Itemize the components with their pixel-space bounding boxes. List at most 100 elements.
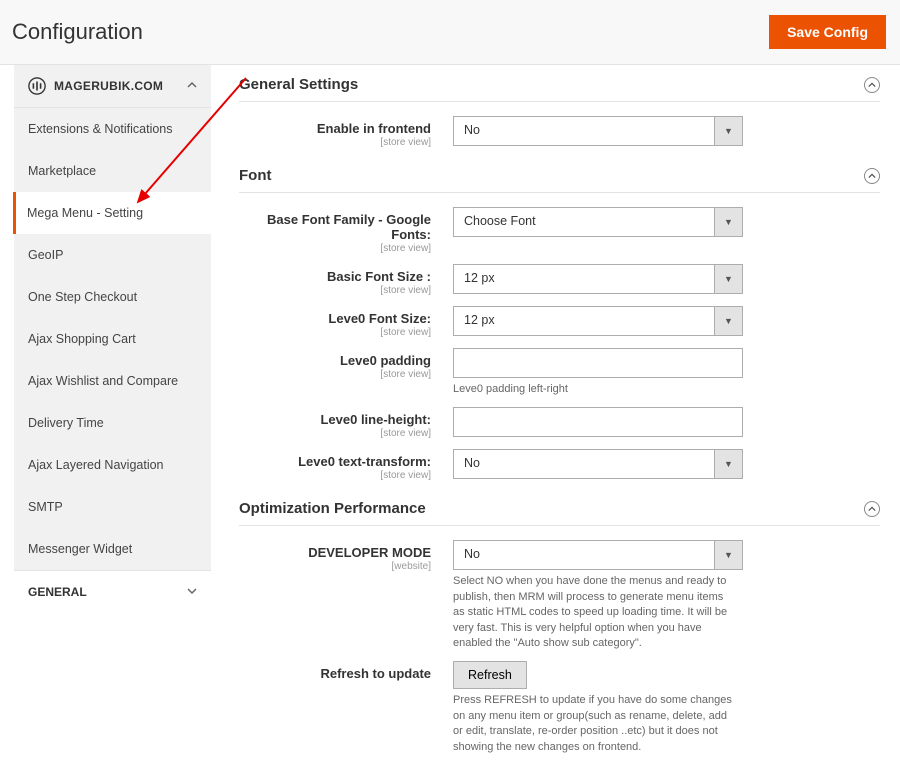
field-label: Leve0 Font Size: [store view] — [239, 306, 453, 338]
field-label: Basic Font Size : [store view] — [239, 264, 453, 296]
dropdown-arrow-icon: ▼ — [714, 450, 742, 478]
chevron-down-icon — [187, 585, 197, 599]
sidebar-item-marketplace[interactable]: Marketplace — [14, 150, 211, 192]
main-panel: General Settings Enable in frontend [sto… — [211, 65, 900, 779]
field-control: Leve0 padding left-right — [453, 348, 743, 397]
field-refresh: Refresh to update Refresh Press REFRESH … — [239, 661, 880, 755]
group-head-font[interactable]: Font — [239, 162, 880, 193]
label-text: DEVELOPER MODE — [308, 545, 431, 560]
sidebar-item-one-step-checkout[interactable]: One Step Checkout — [14, 276, 211, 318]
field-level0-font-size: Leve0 Font Size: [store view] 12 px ▼ — [239, 306, 880, 338]
label-text: Leve0 padding — [340, 353, 431, 368]
field-label: Leve0 text-transform: [store view] — [239, 449, 453, 481]
sidebar-item-geoip[interactable]: GeoIP — [14, 234, 211, 276]
dropdown-arrow-icon: ▼ — [714, 208, 742, 236]
label-text: Leve0 text-transform: — [298, 454, 431, 469]
field-enable-frontend: Enable in frontend [store view] No ▼ — [239, 116, 880, 148]
scope-text: [store view] — [239, 137, 431, 148]
field-basic-font-size: Basic Font Size : [store view] 12 px ▼ — [239, 264, 880, 296]
field-control: Choose Font ▼ — [453, 207, 743, 237]
field-label: Enable in frontend [store view] — [239, 116, 453, 148]
scope-text: [store view] — [239, 369, 431, 380]
select-value: 12 px — [454, 307, 714, 335]
level0-line-height-input[interactable] — [453, 407, 743, 437]
developer-mode-select[interactable]: No ▼ — [453, 540, 743, 570]
field-developer-mode: DEVELOPER MODE [website] No ▼ Select NO … — [239, 540, 880, 651]
level0-padding-input[interactable] — [453, 348, 743, 378]
content: MAGERUBIK.COM Extensions & Notifications… — [0, 65, 900, 779]
sidebar: MAGERUBIK.COM Extensions & Notifications… — [0, 65, 211, 779]
header-bar: Configuration Save Config — [0, 0, 900, 65]
field-control: No ▼ Select NO when you have done the me… — [453, 540, 743, 651]
sidebar-item-delivery-time[interactable]: Delivery Time — [14, 402, 211, 444]
group-title-font: Font — [239, 167, 271, 184]
scope-text: [store view] — [239, 285, 431, 296]
field-label: Leve0 line-height: [store view] — [239, 407, 453, 439]
field-label: Refresh to update — [239, 661, 453, 681]
note-text: Press REFRESH to update if you have do s… — [453, 693, 733, 755]
sidebar-vendor-label-wrap: MAGERUBIK.COM — [28, 77, 163, 95]
dropdown-arrow-icon: ▼ — [714, 541, 742, 569]
group-title-optimization: Optimization Performance — [239, 500, 426, 517]
field-level0-padding: Leve0 padding [store view] Leve0 padding… — [239, 348, 880, 397]
dropdown-arrow-icon: ▼ — [714, 117, 742, 145]
field-control: 12 px ▼ — [453, 264, 743, 294]
sidebar-item-mega-menu[interactable]: Mega Menu - Setting — [13, 192, 211, 234]
scope-text: [store view] — [239, 327, 431, 338]
sidebar-item-ajax-cart[interactable]: Ajax Shopping Cart — [14, 318, 211, 360]
label-text: Basic Font Size : — [327, 269, 431, 284]
label-text: Leve0 line-height: — [320, 412, 431, 427]
select-value: 12 px — [454, 265, 714, 293]
scope-text: [store view] — [239, 428, 431, 439]
label-text: Enable in frontend — [317, 121, 431, 136]
field-base-font-family: Base Font Family - Google Fonts: [store … — [239, 207, 880, 254]
sidebar-general-header[interactable]: GENERAL — [14, 570, 211, 613]
select-value: No — [454, 541, 714, 569]
note-text: Select NO when you have done the menus a… — [453, 574, 733, 651]
field-level0-text-transform: Leve0 text-transform: [store view] No ▼ — [239, 449, 880, 481]
scope-text: [store view] — [239, 470, 431, 481]
group-optimization: Optimization Performance DEVELOPER MODE … — [239, 495, 880, 755]
level0-font-size-select[interactable]: 12 px ▼ — [453, 306, 743, 336]
label-text: Base Font Family - Google Fonts: — [267, 212, 431, 242]
collapse-icon[interactable] — [864, 77, 880, 93]
group-general-settings: General Settings Enable in frontend [sto… — [239, 71, 880, 148]
field-control — [453, 407, 743, 437]
sidebar-general-label: GENERAL — [28, 585, 87, 599]
save-config-button[interactable]: Save Config — [769, 15, 886, 49]
select-value: No — [454, 450, 714, 478]
group-head-optimization[interactable]: Optimization Performance — [239, 495, 880, 526]
select-value: Choose Font — [454, 208, 714, 236]
sidebar-item-smtp[interactable]: SMTP — [14, 486, 211, 528]
basic-font-size-select[interactable]: 12 px ▼ — [453, 264, 743, 294]
field-control: No ▼ — [453, 449, 743, 479]
collapse-icon[interactable] — [864, 501, 880, 517]
sidebar-item-ajax-layered-nav[interactable]: Ajax Layered Navigation — [14, 444, 211, 486]
sidebar-item-extensions[interactable]: Extensions & Notifications — [14, 108, 211, 150]
scope-text: [store view] — [239, 243, 431, 254]
level0-text-transform-select[interactable]: No ▼ — [453, 449, 743, 479]
base-font-family-select[interactable]: Choose Font ▼ — [453, 207, 743, 237]
field-control: 12 px ▼ — [453, 306, 743, 336]
collapse-icon[interactable] — [864, 168, 880, 184]
sidebar-item-messenger-widget[interactable]: Messenger Widget — [14, 528, 211, 570]
sidebar-vendor-header[interactable]: MAGERUBIK.COM — [14, 65, 211, 108]
field-control: Refresh Press REFRESH to update if you h… — [453, 661, 743, 755]
scope-text: [website] — [239, 561, 431, 572]
field-label: Base Font Family - Google Fonts: [store … — [239, 207, 453, 254]
group-title-general: General Settings — [239, 76, 358, 93]
select-value: No — [454, 117, 714, 145]
note-text: Leve0 padding left-right — [453, 382, 733, 397]
sidebar-item-ajax-wishlist[interactable]: Ajax Wishlist and Compare — [14, 360, 211, 402]
dropdown-arrow-icon: ▼ — [714, 307, 742, 335]
enable-frontend-select[interactable]: No ▼ — [453, 116, 743, 146]
sidebar-vendor-label: MAGERUBIK.COM — [54, 79, 163, 93]
field-control: No ▼ — [453, 116, 743, 146]
refresh-button[interactable]: Refresh — [453, 661, 527, 689]
chevron-up-icon — [187, 79, 197, 93]
field-label: Leve0 padding [store view] — [239, 348, 453, 380]
group-font: Font Base Font Family - Google Fonts: [s… — [239, 162, 880, 481]
group-head-general[interactable]: General Settings — [239, 71, 880, 102]
sidebar-vendor-section: MAGERUBIK.COM Extensions & Notifications… — [14, 65, 211, 570]
page-title: Configuration — [12, 19, 143, 45]
